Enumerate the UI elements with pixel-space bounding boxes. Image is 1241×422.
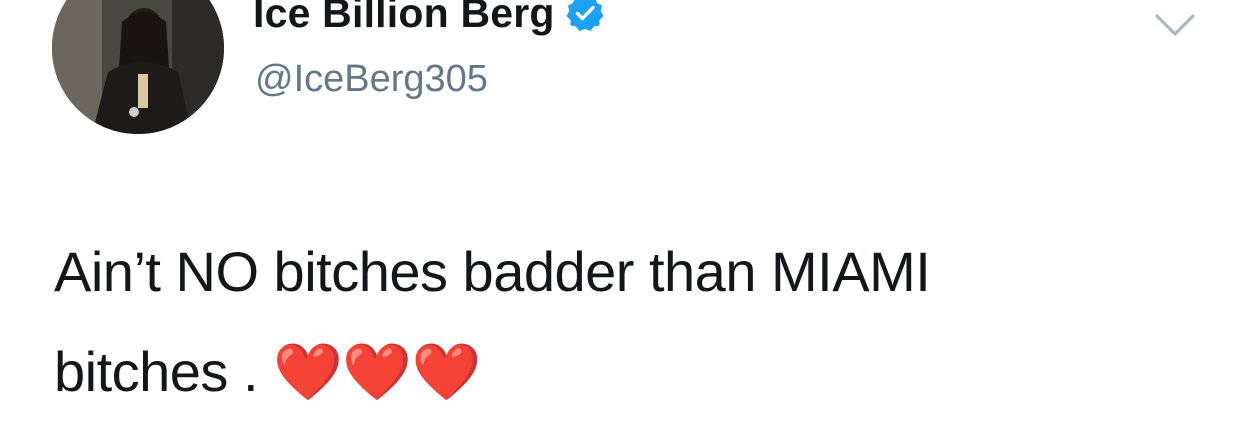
tweet-text: Ain’t NO bitches badder than MIAMI bitch… (54, 222, 1194, 422)
verified-badge-icon (565, 0, 605, 33)
avatar[interactable] (52, 0, 224, 134)
chevron-down-icon[interactable] (1153, 10, 1197, 40)
tweet-text-line-2-words: bitches . (54, 340, 259, 403)
tweet-text-line-2: bitches . ❤️❤️❤️ (54, 322, 1194, 422)
author-name-row[interactable]: Ice Billion Berg (253, 0, 605, 38)
avatar-photo (52, 0, 224, 134)
heart-emoji-icon: ❤️❤️❤️ (273, 340, 481, 403)
author-handle[interactable]: @IceBerg305 (255, 56, 488, 102)
tweet-card: Ice Billion Berg @IceBerg305 Ain’t NO bi… (0, 0, 1241, 413)
display-name[interactable]: Ice Billion Berg (253, 0, 555, 38)
tweet-text-line-1: Ain’t NO bitches badder than MIAMI (54, 240, 931, 303)
